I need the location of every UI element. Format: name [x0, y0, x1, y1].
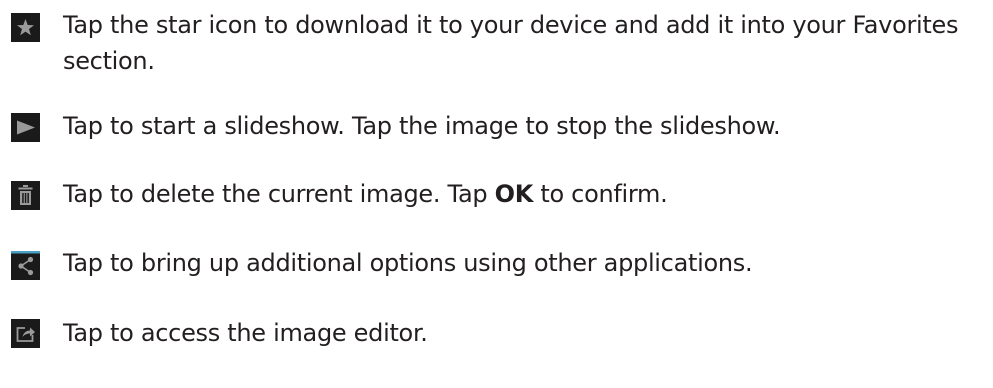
star-icon — [11, 13, 40, 42]
trash-icon — [11, 181, 40, 210]
instructions-page: { "instructions": [ { "icon": "star-icon… — [0, 0, 993, 388]
instruction-text-before: Tap to delete the current image. Tap — [63, 180, 495, 208]
instruction-text: Tap the star icon to download it to your… — [63, 11, 959, 75]
instruction-text: Tap to start a slideshow. Tap the image … — [63, 112, 781, 140]
share-icon — [11, 251, 40, 280]
ok-label: OK — [494, 180, 534, 208]
instruction-text: Tap to access the image editor. — [63, 319, 428, 347]
play-icon — [11, 113, 40, 142]
instruction-text-after: to confirm. — [533, 180, 668, 208]
instruction-text: Tap to delete the current image. Tap OK … — [63, 176, 989, 212]
edit-icon — [11, 319, 40, 348]
instruction-text: Tap to bring up additional options using… — [63, 249, 753, 277]
